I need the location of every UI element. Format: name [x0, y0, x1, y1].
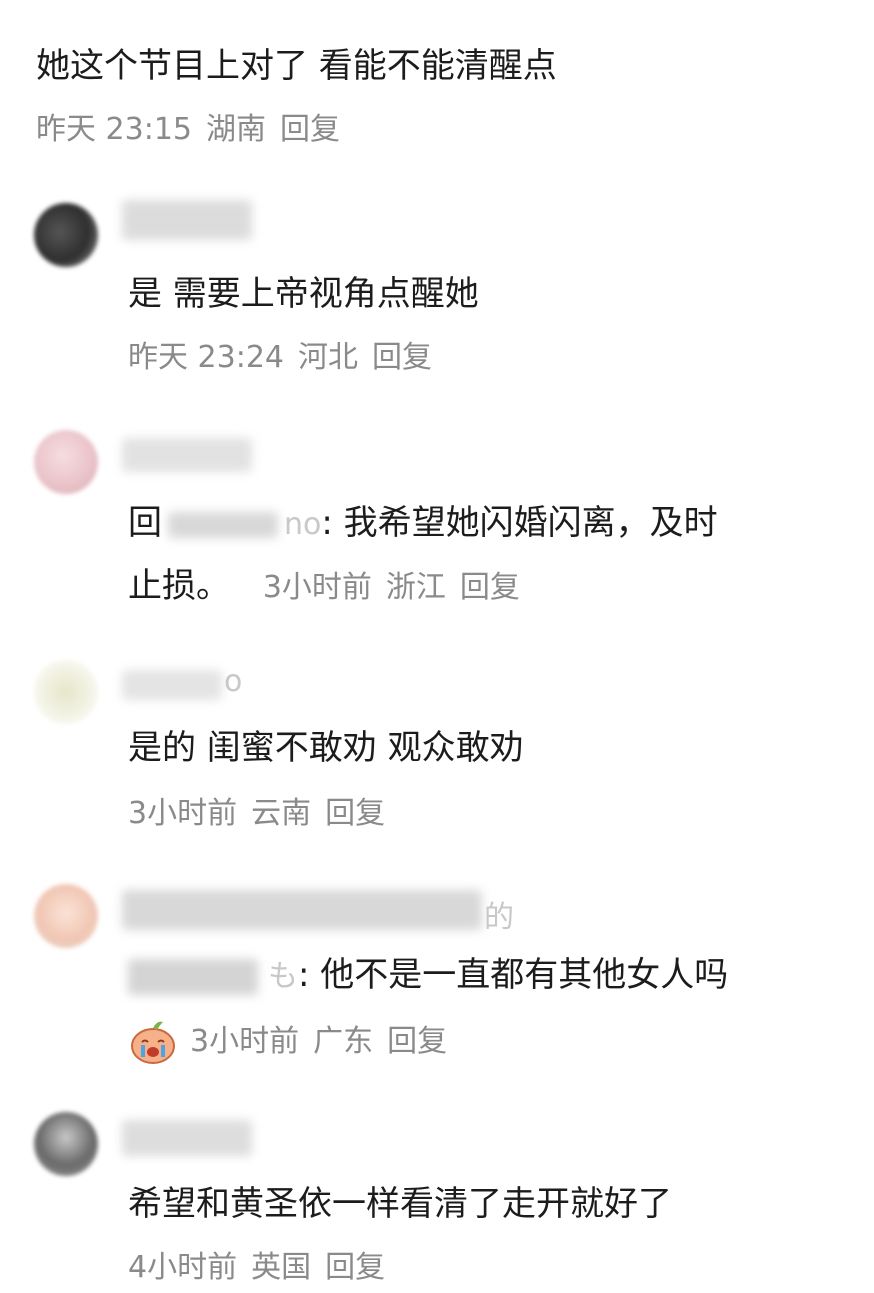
reply-prefix: 回 — [128, 503, 162, 543]
reply-text: 希望和黄圣依一样看清了走开就好了 — [128, 1184, 672, 1224]
reply-time: 昨天 23:24 — [128, 340, 284, 375]
reply-text: : 我希望她闪婚闪离，及时 — [321, 503, 718, 543]
reply-location: 广东 — [313, 1024, 374, 1059]
reply-button[interactable]: 回复 — [280, 112, 340, 147]
avatar[interactable] — [34, 1112, 98, 1176]
comment-text: 她这个节目上对了 看能不能清醒点 — [36, 46, 557, 86]
username-redacted[interactable] — [122, 670, 222, 700]
reply-button[interactable]: 回复 — [325, 1250, 385, 1285]
username-tail: 的 — [484, 900, 514, 935]
username-redacted[interactable] — [122, 200, 252, 240]
reply-text-continued: 止损。 — [128, 566, 230, 606]
reply-location: 浙江 — [385, 570, 446, 605]
mention-name-tail: no — [284, 507, 322, 542]
comment-meta: 昨天 23:15 湖南 回复 — [36, 112, 354, 148]
reply-meta: 3小时前 广东 回复 — [190, 1024, 461, 1060]
avatar[interactable] — [34, 430, 98, 494]
reply-time: 4小时前 — [128, 1250, 238, 1285]
mention-name-tail: も — [268, 959, 298, 994]
comment-location: 湖南 — [206, 112, 266, 147]
reply-button[interactable]: 回复 — [460, 570, 520, 605]
reply-text-line2: 止损。 3小时前 浙江 回复 — [128, 566, 534, 606]
reply-meta: 3小时前 浙江 回复 — [263, 570, 534, 605]
username-redacted[interactable] — [122, 890, 482, 930]
reply-meta: 3小时前 云南 回复 — [128, 796, 399, 832]
reply-text: 是的 闺蜜不敢劝 观众敢劝 — [128, 728, 524, 768]
avatar[interactable] — [34, 203, 98, 267]
mention-redacted — [128, 958, 258, 995]
reply-text: : 他不是一直都有其他女人吗 — [298, 955, 729, 995]
avatar[interactable] — [34, 884, 98, 948]
comment-time: 昨天 23:15 — [36, 112, 192, 147]
username-redacted[interactable] — [122, 438, 252, 472]
avatar[interactable] — [34, 660, 98, 724]
reply-location: 云南 — [251, 796, 312, 831]
reply-time: 3小时前 — [190, 1024, 300, 1059]
reply-location: 河北 — [298, 340, 358, 375]
reply-text-line: も: 他不是一直都有其他女人吗 — [128, 955, 728, 997]
mention-redacted — [168, 511, 278, 538]
reply-time: 3小时前 — [128, 796, 238, 831]
reply-text: 是 需要上帝视角点醒她 — [128, 274, 479, 314]
reply-meta: 4小时前 英国 回复 — [128, 1250, 399, 1286]
crying-emoji-icon — [128, 1018, 178, 1066]
username-redacted[interactable] — [122, 1120, 252, 1156]
reply-meta: 昨天 23:24 河北 回复 — [128, 340, 446, 376]
username-tail: o — [224, 664, 243, 699]
reply-button[interactable]: 回复 — [372, 340, 432, 375]
reply-button[interactable]: 回复 — [325, 796, 385, 831]
reply-time: 3小时前 — [262, 570, 372, 605]
reply-button[interactable]: 回复 — [387, 1024, 447, 1059]
reply-text-line1: 回 no: 我希望她闪婚闪离，及时 — [128, 503, 718, 545]
reply-location: 英国 — [251, 1250, 312, 1285]
